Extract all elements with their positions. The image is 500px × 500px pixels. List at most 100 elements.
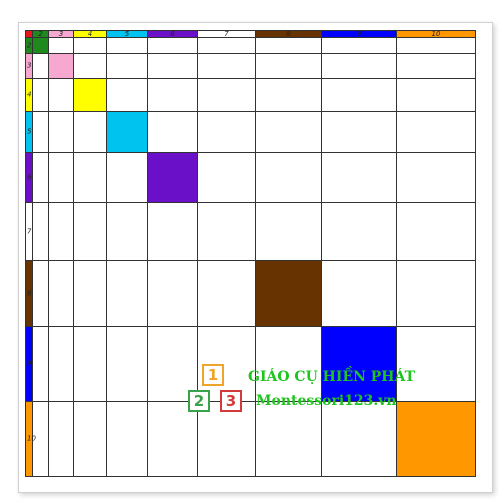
row-header-5: 5 bbox=[25, 112, 33, 153]
grid-cell bbox=[256, 38, 322, 54]
column-label: 8 bbox=[286, 30, 291, 38]
grid-cell bbox=[322, 203, 397, 261]
grid-cell bbox=[256, 153, 322, 203]
grid-cell bbox=[49, 261, 74, 327]
diagonal-square-6 bbox=[148, 153, 198, 203]
row-label: 3 bbox=[27, 61, 32, 70]
number-cube-1-icon: 1 bbox=[202, 364, 224, 386]
grid-cell bbox=[397, 79, 476, 112]
grid-cell bbox=[33, 261, 49, 327]
grid-cell bbox=[322, 54, 397, 79]
row-label: 5 bbox=[27, 127, 32, 136]
grid-cell bbox=[322, 79, 397, 112]
row-header-6: 6 bbox=[25, 153, 33, 203]
grid-cell bbox=[256, 203, 322, 261]
diagonal-square-5 bbox=[107, 112, 148, 153]
row-header-8: 8 bbox=[25, 261, 33, 327]
column-header-9: 9 bbox=[322, 30, 397, 38]
column-header-3: 3 bbox=[49, 30, 74, 38]
column-header-2: 2 bbox=[33, 30, 49, 38]
grid-cell bbox=[107, 327, 148, 402]
grid-cell bbox=[322, 38, 397, 54]
watermark-title: GIÁO CỤ HIỀN PHÁT bbox=[248, 369, 416, 385]
grid-cell bbox=[198, 38, 256, 54]
row-header-7: 7 bbox=[25, 203, 33, 261]
grid-cell bbox=[397, 203, 476, 261]
diagonal-square-2 bbox=[33, 38, 49, 54]
grid-cell bbox=[74, 261, 107, 327]
column-label: 6 bbox=[170, 30, 175, 38]
row-label: 6 bbox=[27, 173, 32, 181]
grid-cell bbox=[49, 38, 74, 54]
grid-cell bbox=[198, 261, 256, 327]
grid-cell bbox=[49, 203, 74, 261]
grid-cell bbox=[107, 203, 148, 261]
grid-cell bbox=[33, 203, 49, 261]
grid-cell bbox=[107, 38, 148, 54]
grid-cell bbox=[74, 153, 107, 203]
number-cube-2-icon: 2 bbox=[188, 390, 210, 412]
column-header-4: 4 bbox=[74, 30, 107, 38]
grid-cell bbox=[74, 38, 107, 54]
column-label: 9 bbox=[356, 30, 362, 38]
watermark-url: Montessori123.vn bbox=[256, 393, 397, 409]
grid-cell bbox=[107, 261, 148, 327]
grid-cell bbox=[33, 112, 49, 153]
grid-cell bbox=[397, 261, 476, 327]
row-label: 2 bbox=[27, 41, 32, 49]
column-label: 5 bbox=[124, 30, 130, 38]
grid-cell bbox=[148, 261, 198, 327]
grid-cell bbox=[49, 402, 74, 477]
grid-cell bbox=[74, 402, 107, 477]
diagonal-square-8 bbox=[256, 261, 322, 327]
grid-cell bbox=[107, 402, 148, 477]
grid-cell bbox=[107, 79, 148, 112]
grid-cell bbox=[198, 54, 256, 79]
column-header-6: 6 bbox=[148, 30, 198, 38]
grid-cell bbox=[33, 327, 49, 402]
row-label: 8 bbox=[27, 289, 32, 297]
diagonal-square-4 bbox=[74, 79, 107, 112]
grid-cell bbox=[397, 54, 476, 79]
column-label: 3 bbox=[58, 30, 64, 38]
grid-cell bbox=[256, 79, 322, 112]
row-header-2: 2 bbox=[25, 38, 33, 54]
diagonal-square-3 bbox=[49, 54, 74, 79]
column-header-8: 8 bbox=[256, 30, 322, 38]
column-header-10: 10 bbox=[397, 30, 476, 38]
grid-cell bbox=[74, 112, 107, 153]
grid-cell bbox=[33, 79, 49, 112]
grid-cell bbox=[322, 153, 397, 203]
row-header-4: 4 bbox=[25, 79, 33, 112]
grid-cell bbox=[397, 38, 476, 54]
column-header-5: 5 bbox=[107, 30, 148, 38]
grid-cell bbox=[256, 54, 322, 79]
grid-cell bbox=[198, 112, 256, 153]
grid-cell bbox=[74, 203, 107, 261]
grid-cell bbox=[148, 54, 198, 79]
grid-cell bbox=[107, 54, 148, 79]
grid-cell bbox=[198, 79, 256, 112]
row-header-9: 9 bbox=[25, 327, 33, 402]
grid-cell bbox=[397, 112, 476, 153]
column-label: 10 bbox=[431, 30, 441, 38]
row-label: 9 bbox=[27, 359, 32, 368]
grid-cell bbox=[49, 112, 74, 153]
watermark: 1 2 3 GIÁO CỤ HIỀN PHÁT Montessori123.vn bbox=[184, 363, 424, 418]
diagonal-square-7 bbox=[198, 203, 256, 261]
grid-cell bbox=[198, 153, 256, 203]
grid-cell bbox=[322, 261, 397, 327]
row-label: 7 bbox=[27, 227, 32, 235]
row-header-3: 3 bbox=[25, 54, 33, 79]
row-header-10: 10 bbox=[25, 402, 36, 477]
grid-cell bbox=[49, 327, 74, 402]
row-label: 4 bbox=[27, 90, 32, 99]
grid-cell bbox=[107, 153, 148, 203]
grid-cell bbox=[74, 54, 107, 79]
column-label: 2 bbox=[38, 30, 43, 38]
diagonal-square-1 bbox=[25, 30, 33, 38]
grid-cell bbox=[322, 112, 397, 153]
grid-cell bbox=[74, 327, 107, 402]
grid-cell bbox=[148, 203, 198, 261]
grid-cell bbox=[33, 153, 49, 203]
